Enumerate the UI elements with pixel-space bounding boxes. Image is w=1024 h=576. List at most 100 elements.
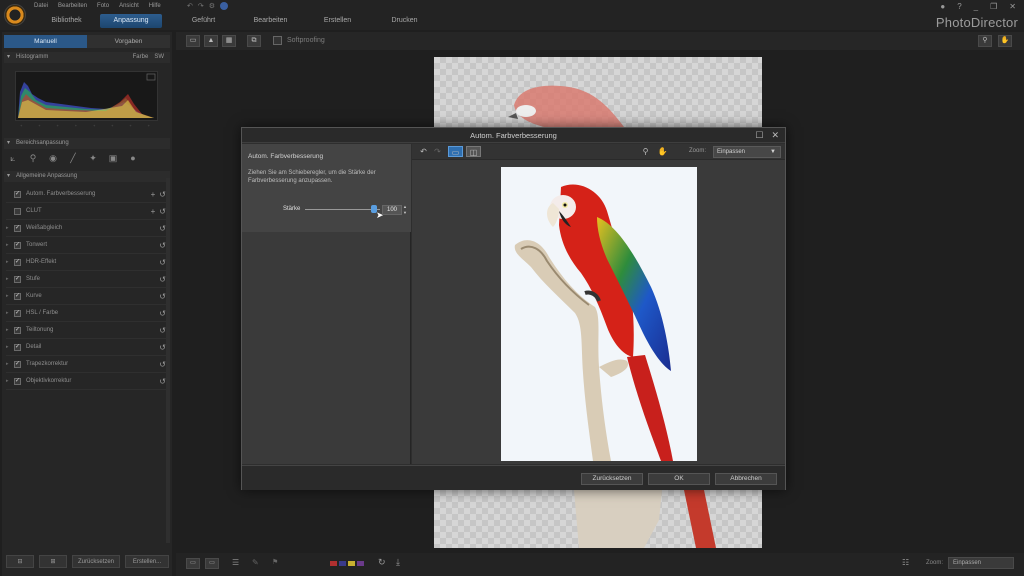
- panel-scrollbar[interactable]: [166, 178, 170, 543]
- tab-bearbeiten[interactable]: Bearbeiten: [237, 14, 304, 28]
- sort-icon[interactable]: ☰: [232, 558, 239, 567]
- spot-removal-icon[interactable]: ⚲: [26, 151, 40, 165]
- menu-item-datei[interactable]: Datei: [34, 3, 48, 9]
- gradient-icon[interactable]: ▣: [106, 151, 120, 165]
- snapshot-icon[interactable]: ⊟: [6, 555, 34, 568]
- hand-tool-icon[interactable]: ✋: [655, 146, 670, 157]
- dialog-zoom-select[interactable]: Einpassen ▼: [713, 146, 781, 158]
- strength-value-field[interactable]: 100: [382, 205, 402, 215]
- adjustment-row[interactable]: ▸ Teiltonung ↺: [6, 322, 166, 339]
- expand-arrow-icon[interactable]: ▸: [6, 310, 14, 316]
- redo-icon[interactable]: ↷: [430, 146, 445, 157]
- adjustment-checkbox[interactable]: [14, 292, 21, 300]
- strength-slider-track[interactable]: [305, 209, 380, 210]
- expand-arrow-icon[interactable]: ▸: [6, 242, 14, 248]
- view-single-icon[interactable]: ▭: [186, 35, 200, 47]
- expand-arrow-icon[interactable]: ▸: [6, 344, 14, 350]
- reset-icon[interactable]: ↺: [159, 207, 166, 216]
- tab-erstellen[interactable]: Erstellen: [304, 14, 371, 28]
- general-adjustment-header[interactable]: Allgemeine Anpassung: [4, 171, 170, 182]
- adjustment-row[interactable]: CLUT + ↺: [6, 203, 166, 220]
- softproofing-checkbox[interactable]: [273, 36, 282, 45]
- tab-anpassung[interactable]: Anpassung: [100, 14, 162, 28]
- settings-gear-icon[interactable]: ⚙: [209, 2, 215, 10]
- undo-icon[interactable]: ↶: [416, 146, 431, 157]
- reset-icon[interactable]: ↺: [159, 224, 166, 233]
- reset-icon[interactable]: ↺: [159, 377, 166, 386]
- adjustment-checkbox[interactable]: [14, 275, 21, 283]
- adjustment-checkbox[interactable]: [14, 241, 21, 249]
- reset-button[interactable]: Zurücksetzen: [581, 473, 643, 485]
- expand-arrow-icon[interactable]: ▸: [6, 293, 14, 299]
- add-icon[interactable]: +: [151, 190, 156, 199]
- strength-spinner[interactable]: ▲ ▼: [403, 204, 407, 216]
- restore-icon[interactable]: ❐: [990, 2, 997, 11]
- help-icon[interactable]: ?: [957, 2, 961, 11]
- view-browser-icon[interactable]: ⧉: [247, 35, 261, 47]
- redo-icon[interactable]: ↷: [198, 2, 204, 10]
- notification-icon[interactable]: [220, 2, 229, 10]
- menu-item-foto[interactable]: Foto: [97, 3, 109, 9]
- tab-drucken[interactable]: Drucken: [371, 14, 438, 28]
- color-label-red[interactable]: [330, 561, 337, 566]
- single-view-icon[interactable]: ▭: [448, 146, 463, 157]
- adjustment-checkbox[interactable]: [14, 360, 21, 368]
- reset-icon[interactable]: ↺: [159, 360, 166, 369]
- color-label-purple[interactable]: [357, 561, 364, 566]
- ok-button[interactable]: OK: [648, 473, 710, 485]
- dialog-close-icon[interactable]: ✕: [771, 130, 779, 141]
- tab-bibliothek[interactable]: Bibliothek: [33, 14, 100, 28]
- adjustment-row[interactable]: ▸ Detail ↺: [6, 339, 166, 356]
- expand-arrow-icon[interactable]: ▸: [6, 276, 14, 282]
- red-eye-icon[interactable]: ◉: [46, 151, 60, 165]
- cancel-button[interactable]: Abbrechen: [715, 473, 777, 485]
- film-strip-icon[interactable]: ▭: [186, 558, 200, 569]
- zoom-select[interactable]: Einpassen: [948, 557, 1014, 569]
- color-label-yellow[interactable]: [348, 561, 355, 566]
- adjustment-row[interactable]: ▸ Weißabgleich ↺: [6, 220, 166, 237]
- flag-icon[interactable]: ⚑: [272, 558, 278, 566]
- adjustment-checkbox[interactable]: [14, 190, 21, 198]
- undo-icon[interactable]: ↶: [187, 2, 193, 10]
- expand-arrow-icon[interactable]: ▸: [6, 327, 14, 333]
- adjustment-row[interactable]: ▸ Stufe ↺: [6, 271, 166, 288]
- adjustment-checkbox[interactable]: [14, 326, 21, 334]
- expand-arrow-icon[interactable]: ▸: [6, 361, 14, 367]
- view-compare-icon[interactable]: ▲: [204, 35, 218, 47]
- expand-arrow-icon[interactable]: ▸: [6, 259, 14, 265]
- hand-tool-icon[interactable]: ✋: [998, 35, 1012, 47]
- menu-item-bearbeiten[interactable]: Bearbeiten: [58, 3, 87, 9]
- zoom-tool-icon[interactable]: ⚲: [978, 35, 992, 47]
- reset-icon[interactable]: ↺: [159, 275, 166, 284]
- adjustment-row[interactable]: ▸ HSL / Farbe ↺: [6, 305, 166, 322]
- brush-icon[interactable]: ╱: [66, 151, 80, 165]
- tab-gefuehrt[interactable]: Geführt: [170, 14, 237, 28]
- reset-button[interactable]: Zurücksetzen: [72, 555, 120, 568]
- histogram-mode-bw[interactable]: SW: [154, 52, 164, 63]
- tab-vorgaben[interactable]: Vorgaben: [87, 35, 170, 48]
- minimize-icon[interactable]: _: [974, 2, 978, 11]
- adjustment-row[interactable]: Autom. Farbverbesserung +↺: [6, 186, 166, 203]
- reset-icon[interactable]: ↺: [159, 326, 166, 335]
- menu-item-ansicht[interactable]: Ansicht: [119, 3, 139, 9]
- pen-icon[interactable]: ✎: [252, 558, 259, 567]
- adjustment-checkbox[interactable]: [14, 224, 21, 232]
- view-grid-icon[interactable]: ▦: [222, 35, 236, 47]
- compare-icon[interactable]: ⊞: [39, 555, 67, 568]
- split-view-icon[interactable]: ◫: [466, 146, 481, 157]
- zoom-tool-icon[interactable]: ⚲: [638, 146, 653, 157]
- close-icon[interactable]: ✕: [1009, 2, 1016, 11]
- adjustment-checkbox[interactable]: [14, 377, 21, 385]
- expand-arrow-icon[interactable]: ▸: [6, 225, 14, 231]
- crop-icon[interactable]: ⟀: [6, 151, 20, 165]
- adjustment-row[interactable]: ▸ Trapezkorrektur ↺: [6, 356, 166, 373]
- view-options-icon[interactable]: ☷: [902, 558, 909, 567]
- adjustment-checkbox[interactable]: [14, 343, 21, 351]
- compare-view-icon[interactable]: ▭: [205, 558, 219, 569]
- export-icon[interactable]: ⤓: [396, 557, 400, 568]
- reset-icon[interactable]: ↺: [159, 292, 166, 301]
- reset-icon[interactable]: ↺: [159, 343, 166, 352]
- rotate-icon[interactable]: ↻: [378, 557, 386, 568]
- reset-icon[interactable]: ↺: [159, 309, 166, 318]
- histogram-header[interactable]: Histogramm Farbe SW: [4, 52, 170, 63]
